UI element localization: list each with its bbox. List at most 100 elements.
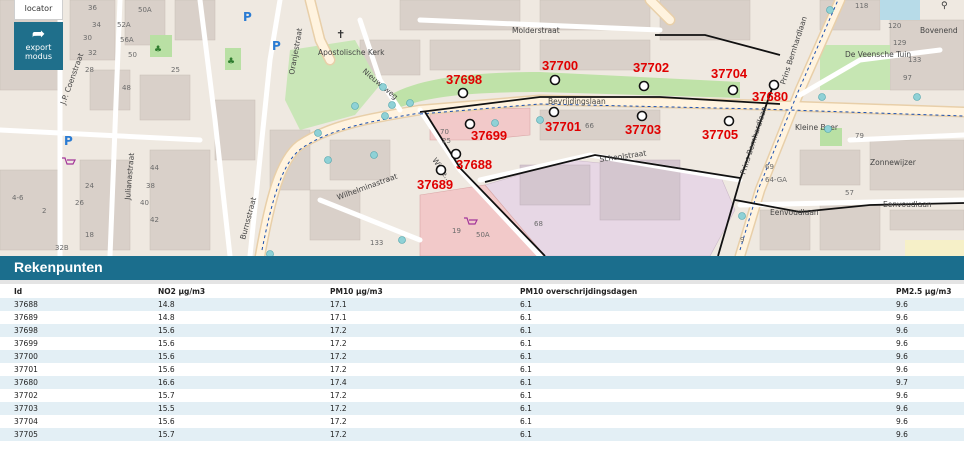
table-cell: 6.1: [506, 298, 882, 311]
table-cell: 6.1: [506, 428, 882, 441]
table-cell: 37705: [0, 428, 144, 441]
calc-point-37680[interactable]: 37680: [752, 79, 788, 105]
table-cell: 9.6: [882, 428, 964, 441]
table-cell: 9.6: [882, 350, 964, 363]
table-row[interactable]: 37704 15.6 17.2 6.1 9.6: [0, 415, 964, 428]
calc-point-37704[interactable]: 37704: [711, 66, 748, 96]
table-cell: 14.8: [144, 298, 316, 311]
table-cell: 37703: [0, 402, 144, 415]
table-cell: 37680: [0, 376, 144, 389]
calc-point-37700[interactable]: 37700: [542, 58, 578, 86]
results-panel-header: Rekenpunten: [0, 256, 964, 280]
table-cell: 37704: [0, 415, 144, 428]
table-cell: 37689: [0, 311, 144, 324]
table-cell: 17.2: [316, 389, 506, 402]
svg-text:37702: 37702: [633, 60, 669, 75]
table-cell: 15.7: [144, 389, 316, 402]
svg-text:37704: 37704: [711, 66, 748, 81]
table-row[interactable]: 37700 15.6 17.2 6.1 9.6: [0, 350, 964, 363]
export-label-line2: modus: [24, 52, 52, 61]
table-cell: 16.6: [144, 376, 316, 389]
column-header-no2[interactable]: NO2 µg/m3: [144, 280, 316, 298]
table-cell: 17.1: [316, 298, 506, 311]
column-header-pm10[interactable]: PM10 µg/m3: [316, 280, 506, 298]
table-cell: 17.2: [316, 324, 506, 337]
calc-point-37703[interactable]: 37703: [625, 110, 661, 138]
column-header-id[interactable]: Id: [0, 280, 144, 298]
table-cell: 15.6: [144, 363, 316, 376]
table-cell: 6.1: [506, 324, 882, 337]
table-cell: 15.5: [144, 402, 316, 415]
calc-point-37699[interactable]: 37699: [464, 118, 508, 144]
svg-text:37680: 37680: [752, 89, 788, 104]
svg-text:37688: 37688: [456, 157, 492, 172]
table-cell: 17.2: [316, 363, 506, 376]
svg-text:37699: 37699: [471, 128, 507, 143]
table-cell: 15.7: [144, 428, 316, 441]
table-cell: 17.1: [316, 311, 506, 324]
svg-text:37701: 37701: [545, 119, 581, 134]
column-header-pm25[interactable]: PM2.5 µg/m3: [882, 280, 964, 298]
table-cell: 15.6: [144, 324, 316, 337]
table-cell: 9.7: [882, 376, 964, 389]
table-cell: 9.6: [882, 298, 964, 311]
table-cell: 6.1: [506, 363, 882, 376]
table-cell: 37701: [0, 363, 144, 376]
locator-label: locator: [24, 4, 53, 13]
table-cell: 37702: [0, 389, 144, 402]
table-cell: 17.2: [316, 415, 506, 428]
svg-text:37698: 37698: [446, 72, 482, 87]
table-cell: 6.1: [506, 376, 882, 389]
table-cell: 15.6: [144, 337, 316, 350]
table-cell: 17.2: [316, 350, 506, 363]
calc-point-37689[interactable]: 37689: [417, 164, 453, 193]
results-table: Id NO2 µg/m3 PM10 µg/m3 PM10 overschrijd…: [0, 280, 964, 441]
locator-button[interactable]: locator: [14, 0, 63, 20]
table-cell: 6.1: [506, 311, 882, 324]
svg-text:37689: 37689: [417, 177, 453, 192]
table-header-row: Id NO2 µg/m3 PM10 µg/m3 PM10 overschrijd…: [0, 280, 964, 298]
table-row[interactable]: 37699 15.6 17.2 6.1 9.6: [0, 337, 964, 350]
table-cell: 37698: [0, 324, 144, 337]
table-cell: 9.6: [882, 324, 964, 337]
table-row[interactable]: 37705 15.7 17.2 6.1 9.6: [0, 428, 964, 441]
table-cell: 9.6: [882, 402, 964, 415]
calc-point-37701[interactable]: 37701: [545, 106, 581, 135]
table-cell: 9.6: [882, 389, 964, 402]
table-cell: 17.2: [316, 337, 506, 350]
table-cell: 9.6: [882, 337, 964, 350]
panel-title: Rekenpunten: [14, 259, 103, 275]
svg-text:37705: 37705: [702, 127, 738, 142]
table-cell: 15.6: [144, 415, 316, 428]
calculation-points-layer: 37698 37700 37702 37704 37680 37699 3770…: [417, 58, 788, 193]
svg-text:37700: 37700: [542, 58, 578, 73]
table-cell: 6.1: [506, 350, 882, 363]
svg-text:37703: 37703: [625, 122, 661, 137]
calc-point-37698[interactable]: 37698: [446, 72, 482, 99]
table-cell: 9.6: [882, 363, 964, 376]
table-row[interactable]: 37689 14.8 17.1 6.1 9.6: [0, 311, 964, 324]
map-view[interactable]: Bevrijdingslaan Schoolstraat Eenvoudlaan…: [0, 0, 964, 256]
table-cell: 37699: [0, 337, 144, 350]
table-row[interactable]: 37698 15.6 17.2 6.1 9.6: [0, 324, 964, 337]
calc-point-37702[interactable]: 37702: [633, 60, 669, 92]
table-cell: 6.1: [506, 402, 882, 415]
table-cell: 6.1: [506, 389, 882, 402]
results-table-container[interactable]: Id NO2 µg/m3 PM10 µg/m3 PM10 overschrijd…: [0, 280, 964, 454]
table-cell: 37688: [0, 298, 144, 311]
table-row[interactable]: 37701 15.6 17.2 6.1 9.6: [0, 363, 964, 376]
table-cell: 9.6: [882, 415, 964, 428]
table-row[interactable]: 37702 15.7 17.2 6.1 9.6: [0, 389, 964, 402]
table-cell: 17.4: [316, 376, 506, 389]
column-header-pm10-days[interactable]: PM10 overschrijdingsdagen: [506, 280, 882, 298]
table-row[interactable]: 37703 15.5 17.2 6.1 9.6: [0, 402, 964, 415]
share-arrow-icon: ➦: [31, 24, 46, 43]
table-cell: 6.1: [506, 337, 882, 350]
export-mode-button[interactable]: ➦ export modus: [14, 22, 63, 70]
table-row[interactable]: 37680 16.6 17.4 6.1 9.7: [0, 376, 964, 389]
calc-point-37705[interactable]: 37705: [702, 115, 738, 143]
table-row[interactable]: 37688 14.8 17.1 6.1 9.6: [0, 298, 964, 311]
export-label-line1: export: [25, 43, 52, 52]
calc-point-37688[interactable]: 37688: [450, 148, 493, 173]
table-cell: 37700: [0, 350, 144, 363]
